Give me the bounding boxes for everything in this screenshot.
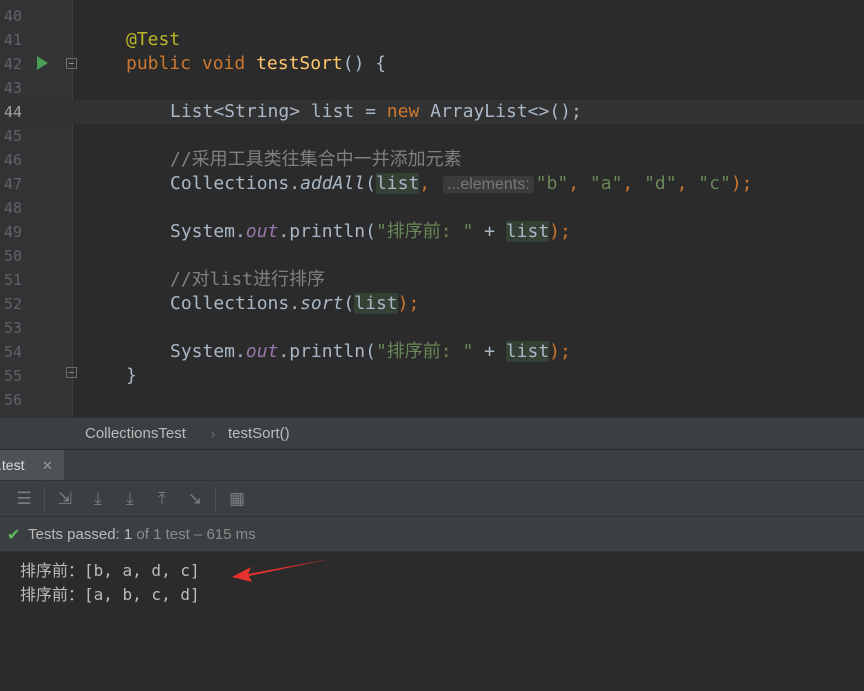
annotation-arrow [232, 559, 330, 582]
red-arrow-icon [232, 559, 330, 582]
